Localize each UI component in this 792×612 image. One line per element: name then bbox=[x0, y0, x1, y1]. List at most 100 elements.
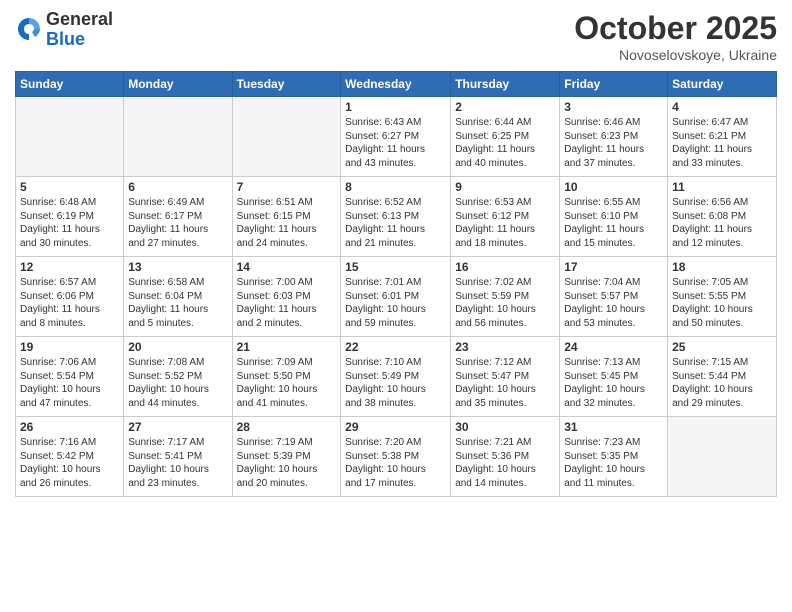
day-number: 1 bbox=[345, 100, 446, 114]
calendar-cell: 26Sunrise: 7:16 AM Sunset: 5:42 PM Dayli… bbox=[16, 417, 124, 497]
day-info: Sunrise: 7:20 AM Sunset: 5:38 PM Dayligh… bbox=[345, 436, 446, 490]
header: General Blue October 2025 Novoselovskoye… bbox=[15, 10, 777, 63]
calendar-cell: 8 Sunrise: 6:52 AM Sunset: 6:13 PM Daylig… bbox=[341, 177, 451, 257]
col-saturday: Saturday bbox=[668, 72, 777, 97]
month-title: October 2025 bbox=[574, 10, 777, 47]
day-number: 31 bbox=[564, 420, 663, 434]
calendar-cell: 7 Sunrise: 6:51 AM Sunset: 6:15 PM Daylig… bbox=[232, 177, 341, 257]
day-info: Sunrise: 6:48 AM Sunset: 6:19 PM Dayligh… bbox=[20, 196, 119, 250]
day-info: Sunrise: 7:21 AM Sunset: 5:36 PM Dayligh… bbox=[455, 436, 555, 490]
day-info: Sunrise: 6:46 AM Sunset: 6:23 PM Dayligh… bbox=[564, 116, 663, 170]
logo: General Blue bbox=[15, 10, 113, 50]
day-info: Sunrise: 6:56 AM Sunset: 6:08 PM Dayligh… bbox=[672, 196, 772, 250]
day-info: Sunrise: 6:52 AM Sunset: 6:13 PM Dayligh… bbox=[345, 196, 446, 250]
logo-text: General Blue bbox=[46, 10, 113, 50]
calendar-cell: 18Sunrise: 7:05 AM Sunset: 5:55 PM Dayli… bbox=[668, 257, 777, 337]
day-number: 3 bbox=[564, 100, 663, 114]
calendar-cell: 13 Sunrise: 6:58 AM Sunset: 6:04 PM Dayli… bbox=[124, 257, 232, 337]
day-info: Sunrise: 6:43 AM Sunset: 6:27 PM Dayligh… bbox=[345, 116, 446, 170]
week-row-3: 12 Sunrise: 6:57 AM Sunset: 6:06 PM Dayli… bbox=[16, 257, 777, 337]
calendar-cell: 25Sunrise: 7:15 AM Sunset: 5:44 PM Dayli… bbox=[668, 337, 777, 417]
calendar-cell bbox=[124, 97, 232, 177]
calendar-cell: 2 Sunrise: 6:44 AM Sunset: 6:25 PM Daylig… bbox=[451, 97, 560, 177]
calendar-cell: 29Sunrise: 7:20 AM Sunset: 5:38 PM Dayli… bbox=[341, 417, 451, 497]
calendar-cell: 21 Sunrise: 7:09 AM Sunset: 5:50 PM Dayli… bbox=[232, 337, 341, 417]
day-info: Sunrise: 7:09 AM Sunset: 5:50 PM Dayligh… bbox=[237, 356, 337, 410]
calendar-cell: 30 Sunrise: 7:21 AM Sunset: 5:36 PM Dayli… bbox=[451, 417, 560, 497]
day-number: 15 bbox=[345, 260, 446, 274]
calendar-cell: 4 Sunrise: 6:47 AM Sunset: 6:21 PM Daylig… bbox=[668, 97, 777, 177]
day-info: Sunrise: 6:58 AM Sunset: 6:04 PM Dayligh… bbox=[128, 276, 227, 330]
day-number: 16 bbox=[455, 260, 555, 274]
day-info: Sunrise: 7:08 AM Sunset: 5:52 PM Dayligh… bbox=[128, 356, 227, 410]
calendar-cell: 16Sunrise: 7:02 AM Sunset: 5:59 PM Dayli… bbox=[451, 257, 560, 337]
day-number: 4 bbox=[672, 100, 772, 114]
day-info: Sunrise: 7:17 AM Sunset: 5:41 PM Dayligh… bbox=[128, 436, 227, 490]
day-number: 8 bbox=[345, 180, 446, 194]
calendar-table: Sunday Monday Tuesday Wednesday Thursday… bbox=[15, 71, 777, 497]
day-number: 23 bbox=[455, 340, 555, 354]
day-info: Sunrise: 6:44 AM Sunset: 6:25 PM Dayligh… bbox=[455, 116, 555, 170]
day-info: Sunrise: 7:10 AM Sunset: 5:49 PM Dayligh… bbox=[345, 356, 446, 410]
day-info: Sunrise: 7:12 AM Sunset: 5:47 PM Dayligh… bbox=[455, 356, 555, 410]
day-info: Sunrise: 6:49 AM Sunset: 6:17 PM Dayligh… bbox=[128, 196, 227, 250]
day-number: 10 bbox=[564, 180, 663, 194]
calendar-cell: 24 Sunrise: 7:13 AM Sunset: 5:45 PM Dayli… bbox=[560, 337, 668, 417]
day-number: 27 bbox=[128, 420, 227, 434]
calendar-cell: 15Sunrise: 7:01 AM Sunset: 6:01 PM Dayli… bbox=[341, 257, 451, 337]
calendar-cell: 6 Sunrise: 6:49 AM Sunset: 6:17 PM Daylig… bbox=[124, 177, 232, 257]
col-thursday: Thursday bbox=[451, 72, 560, 97]
day-number: 7 bbox=[237, 180, 337, 194]
col-friday: Friday bbox=[560, 72, 668, 97]
calendar-cell: 27 Sunrise: 7:17 AM Sunset: 5:41 PM Dayli… bbox=[124, 417, 232, 497]
day-number: 11 bbox=[672, 180, 772, 194]
calendar-cell: 9 Sunrise: 6:53 AM Sunset: 6:12 PM Daylig… bbox=[451, 177, 560, 257]
day-info: Sunrise: 7:16 AM Sunset: 5:42 PM Dayligh… bbox=[20, 436, 119, 490]
calendar-cell: 10 Sunrise: 6:55 AM Sunset: 6:10 PM Dayli… bbox=[560, 177, 668, 257]
day-number: 21 bbox=[237, 340, 337, 354]
day-number: 25 bbox=[672, 340, 772, 354]
day-info: Sunrise: 6:57 AM Sunset: 6:06 PM Dayligh… bbox=[20, 276, 119, 330]
calendar-cell: 1 Sunrise: 6:43 AM Sunset: 6:27 PM Daylig… bbox=[341, 97, 451, 177]
col-wednesday: Wednesday bbox=[341, 72, 451, 97]
calendar-cell bbox=[668, 417, 777, 497]
calendar-cell: 19 Sunrise: 7:06 AM Sunset: 5:54 PM Dayli… bbox=[16, 337, 124, 417]
day-number: 13 bbox=[128, 260, 227, 274]
day-number: 19 bbox=[20, 340, 119, 354]
day-number: 22 bbox=[345, 340, 446, 354]
day-info: Sunrise: 6:53 AM Sunset: 6:12 PM Dayligh… bbox=[455, 196, 555, 250]
day-info: Sunrise: 7:19 AM Sunset: 5:39 PM Dayligh… bbox=[237, 436, 337, 490]
calendar-cell bbox=[232, 97, 341, 177]
day-info: Sunrise: 7:06 AM Sunset: 5:54 PM Dayligh… bbox=[20, 356, 119, 410]
day-number: 5 bbox=[20, 180, 119, 194]
calendar-cell bbox=[16, 97, 124, 177]
day-info: Sunrise: 6:51 AM Sunset: 6:15 PM Dayligh… bbox=[237, 196, 337, 250]
day-number: 14 bbox=[237, 260, 337, 274]
week-row-1: 1 Sunrise: 6:43 AM Sunset: 6:27 PM Daylig… bbox=[16, 97, 777, 177]
col-tuesday: Tuesday bbox=[232, 72, 341, 97]
day-number: 12 bbox=[20, 260, 119, 274]
day-info: Sunrise: 7:00 AM Sunset: 6:03 PM Dayligh… bbox=[237, 276, 337, 330]
day-info: Sunrise: 6:55 AM Sunset: 6:10 PM Dayligh… bbox=[564, 196, 663, 250]
day-number: 20 bbox=[128, 340, 227, 354]
day-info: Sunrise: 7:04 AM Sunset: 5:57 PM Dayligh… bbox=[564, 276, 663, 330]
day-number: 6 bbox=[128, 180, 227, 194]
day-number: 18 bbox=[672, 260, 772, 274]
logo-icon bbox=[15, 16, 43, 44]
day-info: Sunrise: 6:47 AM Sunset: 6:21 PM Dayligh… bbox=[672, 116, 772, 170]
calendar-cell: 5 Sunrise: 6:48 AM Sunset: 6:19 PM Daylig… bbox=[16, 177, 124, 257]
day-number: 9 bbox=[455, 180, 555, 194]
logo-general-text: General bbox=[46, 10, 113, 30]
calendar-cell: 22 Sunrise: 7:10 AM Sunset: 5:49 PM Dayli… bbox=[341, 337, 451, 417]
day-info: Sunrise: 7:13 AM Sunset: 5:45 PM Dayligh… bbox=[564, 356, 663, 410]
calendar-header-row: Sunday Monday Tuesday Wednesday Thursday… bbox=[16, 72, 777, 97]
week-row-4: 19 Sunrise: 7:06 AM Sunset: 5:54 PM Dayli… bbox=[16, 337, 777, 417]
day-number: 30 bbox=[455, 420, 555, 434]
calendar-cell: 11 Sunrise: 6:56 AM Sunset: 6:08 PM Dayli… bbox=[668, 177, 777, 257]
day-number: 24 bbox=[564, 340, 663, 354]
calendar-cell: 3 Sunrise: 6:46 AM Sunset: 6:23 PM Daylig… bbox=[560, 97, 668, 177]
day-number: 2 bbox=[455, 100, 555, 114]
title-block: October 2025 Novoselovskoye, Ukraine bbox=[574, 10, 777, 63]
calendar-cell: 23 Sunrise: 7:12 AM Sunset: 5:47 PM Dayli… bbox=[451, 337, 560, 417]
calendar-cell: 12 Sunrise: 6:57 AM Sunset: 6:06 PM Dayli… bbox=[16, 257, 124, 337]
